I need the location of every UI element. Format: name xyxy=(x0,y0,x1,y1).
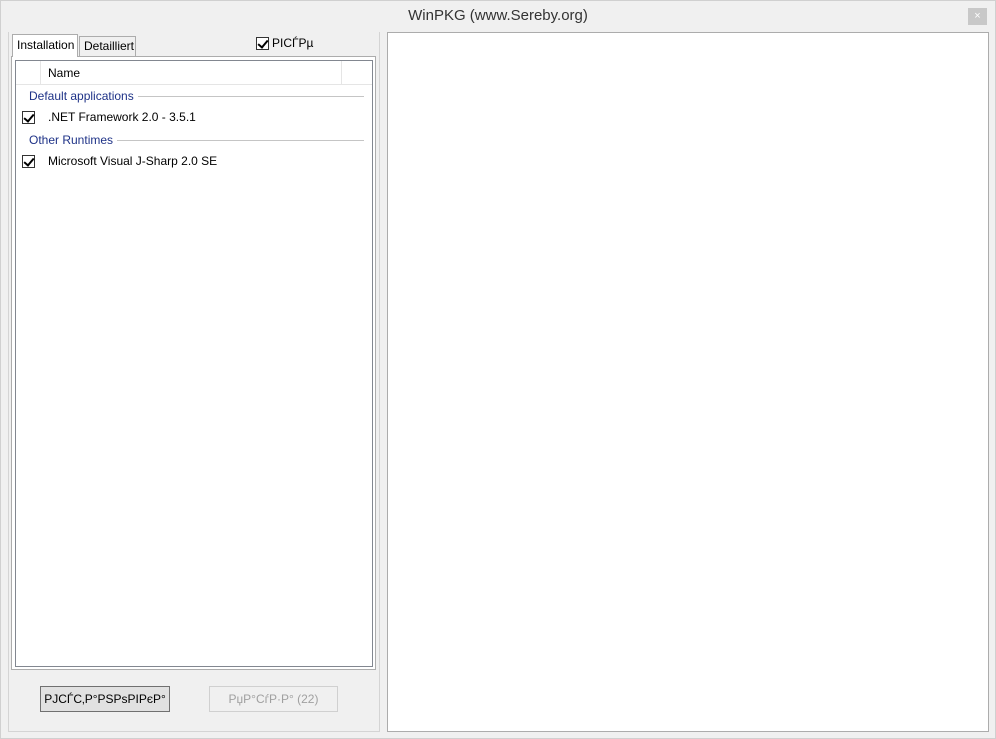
list-item-label: .NET Framework 2.0 - 3.5.1 xyxy=(48,110,196,124)
app-window: WinPKG (www.Sereby.org) × Installation D… xyxy=(0,0,996,739)
column-header-name[interactable]: Name xyxy=(48,66,80,80)
group-header-other-runtimes: Other Runtimes xyxy=(29,133,364,147)
list-item-label: Microsoft Visual J-Sharp 2.0 SE xyxy=(48,154,218,168)
list-column-header: Name xyxy=(16,61,372,85)
list-item-visual-jsharp[interactable]: Microsoft Visual J-Sharp 2.0 SE xyxy=(22,154,217,168)
tab-detailliert-label: Detailliert xyxy=(84,39,135,53)
installation-tab-page: Name Default applications .NET Framework… xyxy=(11,56,376,670)
close-icon: × xyxy=(974,10,981,22)
package-count-button[interactable]: PџP°CѓP·P° (22) xyxy=(209,686,338,712)
package-list[interactable]: Name Default applications .NET Framework… xyxy=(15,60,373,667)
select-all-label: PICЃPµ xyxy=(272,36,314,50)
action-bar: PJCЃC‚P°PSPsPIPєP° PџP°CѓP·P° (22) xyxy=(11,670,376,732)
install-button[interactable]: PJCЃC‚P°PSPsPIPєP° xyxy=(40,686,170,712)
list-item-dotnet-framework[interactable]: .NET Framework 2.0 - 3.5.1 xyxy=(22,110,196,124)
select-all-checkbox[interactable] xyxy=(256,36,269,50)
group-divider xyxy=(137,95,364,97)
title-bar[interactable]: WinPKG (www.Sereby.org) × xyxy=(1,1,995,32)
tab-installation[interactable]: Installation xyxy=(12,34,78,57)
tab-detailliert[interactable]: Detailliert xyxy=(79,36,136,56)
group-header-default-applications: Default applications xyxy=(29,89,364,103)
tab-installation-label: Installation xyxy=(17,38,75,52)
item-checkbox[interactable] xyxy=(22,154,35,168)
column-separator[interactable] xyxy=(341,61,342,85)
close-button[interactable]: × xyxy=(968,8,987,25)
item-checkbox[interactable] xyxy=(22,110,35,124)
group-divider xyxy=(117,139,364,141)
group-title: Default applications xyxy=(29,89,134,103)
group-title: Other Runtimes xyxy=(29,133,114,147)
window-title: WinPKG (www.Sereby.org) xyxy=(408,7,588,24)
column-separator[interactable] xyxy=(40,61,41,85)
details-panel xyxy=(387,32,989,732)
left-panel: Installation Detailliert PICЃPµ Name Def… xyxy=(8,32,380,732)
select-all-toggle[interactable]: PICЃPµ xyxy=(256,36,313,50)
